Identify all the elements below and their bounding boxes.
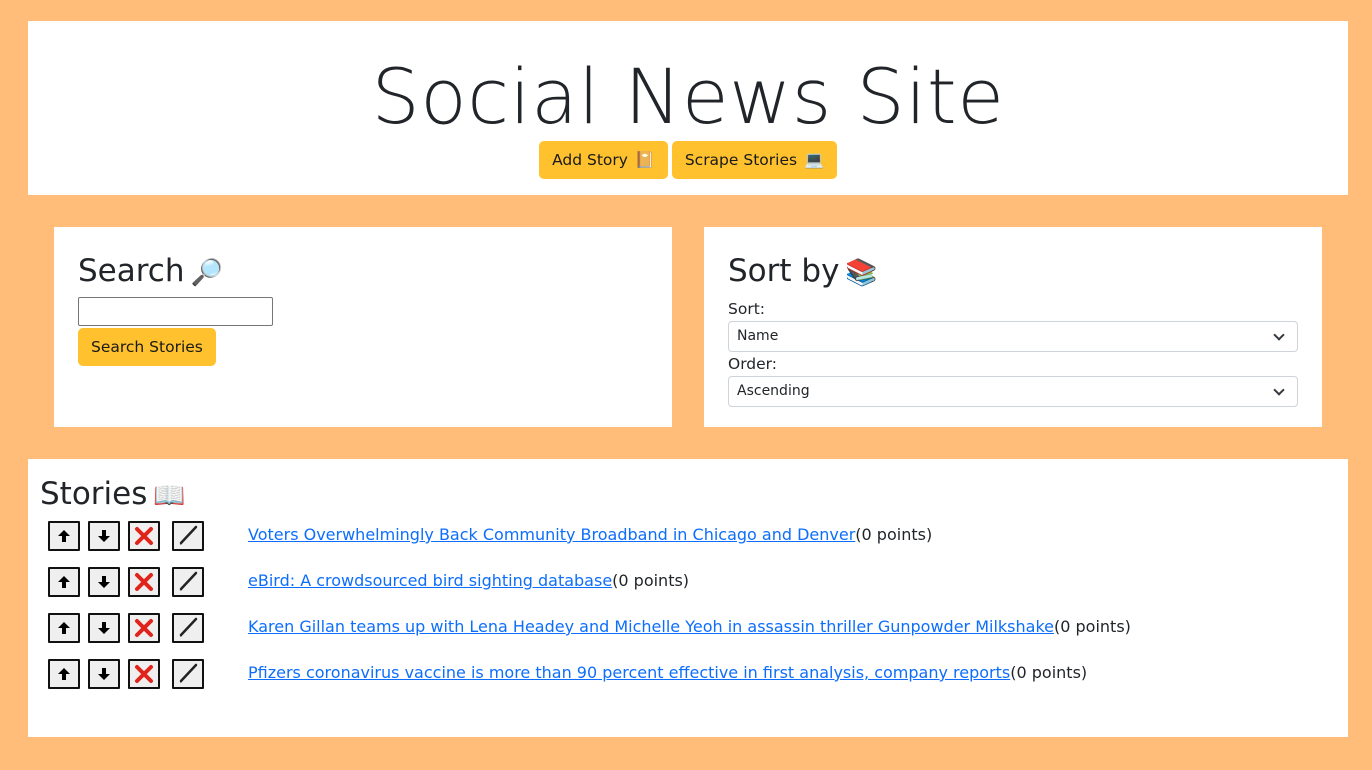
header-buttons: Add Story 📔 Scrape Stories 💻 [28,141,1348,179]
downvote-button[interactable] [88,659,120,689]
pen-icon [179,663,198,683]
delete-button[interactable] [128,521,160,551]
story-text: eBird: A crowdsourced bird sighting data… [248,572,689,590]
story-row: Karen Gillan teams up with Lena Headey a… [48,613,1328,645]
search-input[interactable] [78,297,273,326]
arrow-down-icon [98,530,110,542]
story-link[interactable]: Voters Overwhelmingly Back Community Bro… [248,525,855,544]
story-link[interactable]: Karen Gillan teams up with Lena Headey a… [248,617,1054,636]
cross-icon [135,527,153,545]
cross-icon [135,573,153,591]
laptop-icon: 💻 [804,150,824,169]
story-text: Pfizers coronavirus vaccine is more than… [248,664,1087,682]
arrow-down-icon [98,622,110,634]
add-story-label: Add Story [552,151,628,169]
books-icon: 📚 [845,258,878,288]
downvote-button[interactable] [88,613,120,643]
arrow-up-icon [58,668,70,680]
edit-button[interactable] [172,613,204,643]
story-link[interactable]: eBird: A crowdsourced bird sighting data… [248,571,612,590]
story-link[interactable]: Pfizers coronavirus vaccine is more than… [248,663,1010,682]
downvote-button[interactable] [88,567,120,597]
story-points: (0 points) [855,525,933,544]
downvote-button[interactable] [88,521,120,551]
sort-panel: Sort by 📚 Sort: Name Order: Ascending [704,227,1322,427]
cross-icon [135,665,153,683]
story-text: Voters Overwhelmingly Back Community Bro… [248,526,932,544]
delete-button[interactable] [128,659,160,689]
order-select-value: Ascending [737,383,810,399]
upvote-button[interactable] [48,521,80,551]
story-row: Pfizers coronavirus vaccine is more than… [48,659,1328,691]
delete-button[interactable] [128,567,160,597]
arrow-down-icon [98,576,110,588]
story-points: (0 points) [612,571,690,590]
edit-button[interactable] [172,567,204,597]
arrow-up-icon [58,576,70,588]
pen-icon [179,525,198,545]
edit-button[interactable] [172,521,204,551]
stories-heading-text: Stories [40,476,148,512]
scrape-stories-button[interactable]: Scrape Stories 💻 [671,141,837,179]
stories-heading: Stories 📖 [40,474,186,516]
upvote-button[interactable] [48,659,80,689]
sort-select[interactable]: Name [728,321,1298,352]
order-select[interactable]: Ascending [728,376,1298,407]
story-row: eBird: A crowdsourced bird sighting data… [48,567,1328,599]
add-story-button[interactable]: Add Story 📔 [539,141,668,179]
header-panel: Social News Site Add Story 📔 Scrape Stor… [28,21,1348,195]
search-stories-button[interactable]: Search Stories [78,328,216,366]
sort-heading-text: Sort by [728,253,840,289]
sort-label: Sort: [728,300,765,318]
search-heading: Search 🔎 [78,251,223,293]
chevron-down-icon [1273,329,1285,341]
pen-icon [179,617,198,637]
story-points: (0 points) [1054,617,1131,636]
stories-panel: Stories 📖 Voters Overwhelmingly Back Comm… [28,459,1348,737]
arrow-up-icon [58,622,70,634]
open-book-icon: 📖 [153,481,186,511]
upvote-button[interactable] [48,613,80,643]
story-text: Karen Gillan teams up with Lena Headey a… [248,618,1131,636]
story-row: Voters Overwhelmingly Back Community Bro… [48,521,1328,553]
pen-icon [179,571,198,591]
magnifier-icon: 🔎 [190,258,223,288]
cross-icon [135,619,153,637]
arrow-up-icon [58,530,70,542]
chevron-down-icon [1273,384,1285,396]
notebook-icon: 📔 [634,150,655,169]
search-heading-text: Search [78,253,185,289]
sort-select-value: Name [737,328,779,344]
delete-button[interactable] [128,613,160,643]
sort-heading: Sort by 📚 [728,251,878,293]
story-points: (0 points) [1010,663,1088,682]
scrape-stories-label: Scrape Stories [684,151,798,169]
upvote-button[interactable] [48,567,80,597]
search-panel: Search 🔎 Search Stories [54,227,672,427]
arrow-down-icon [98,668,110,680]
order-label: Order: [728,355,777,373]
site-title: Social News Site [371,52,1005,141]
edit-button[interactable] [172,659,204,689]
